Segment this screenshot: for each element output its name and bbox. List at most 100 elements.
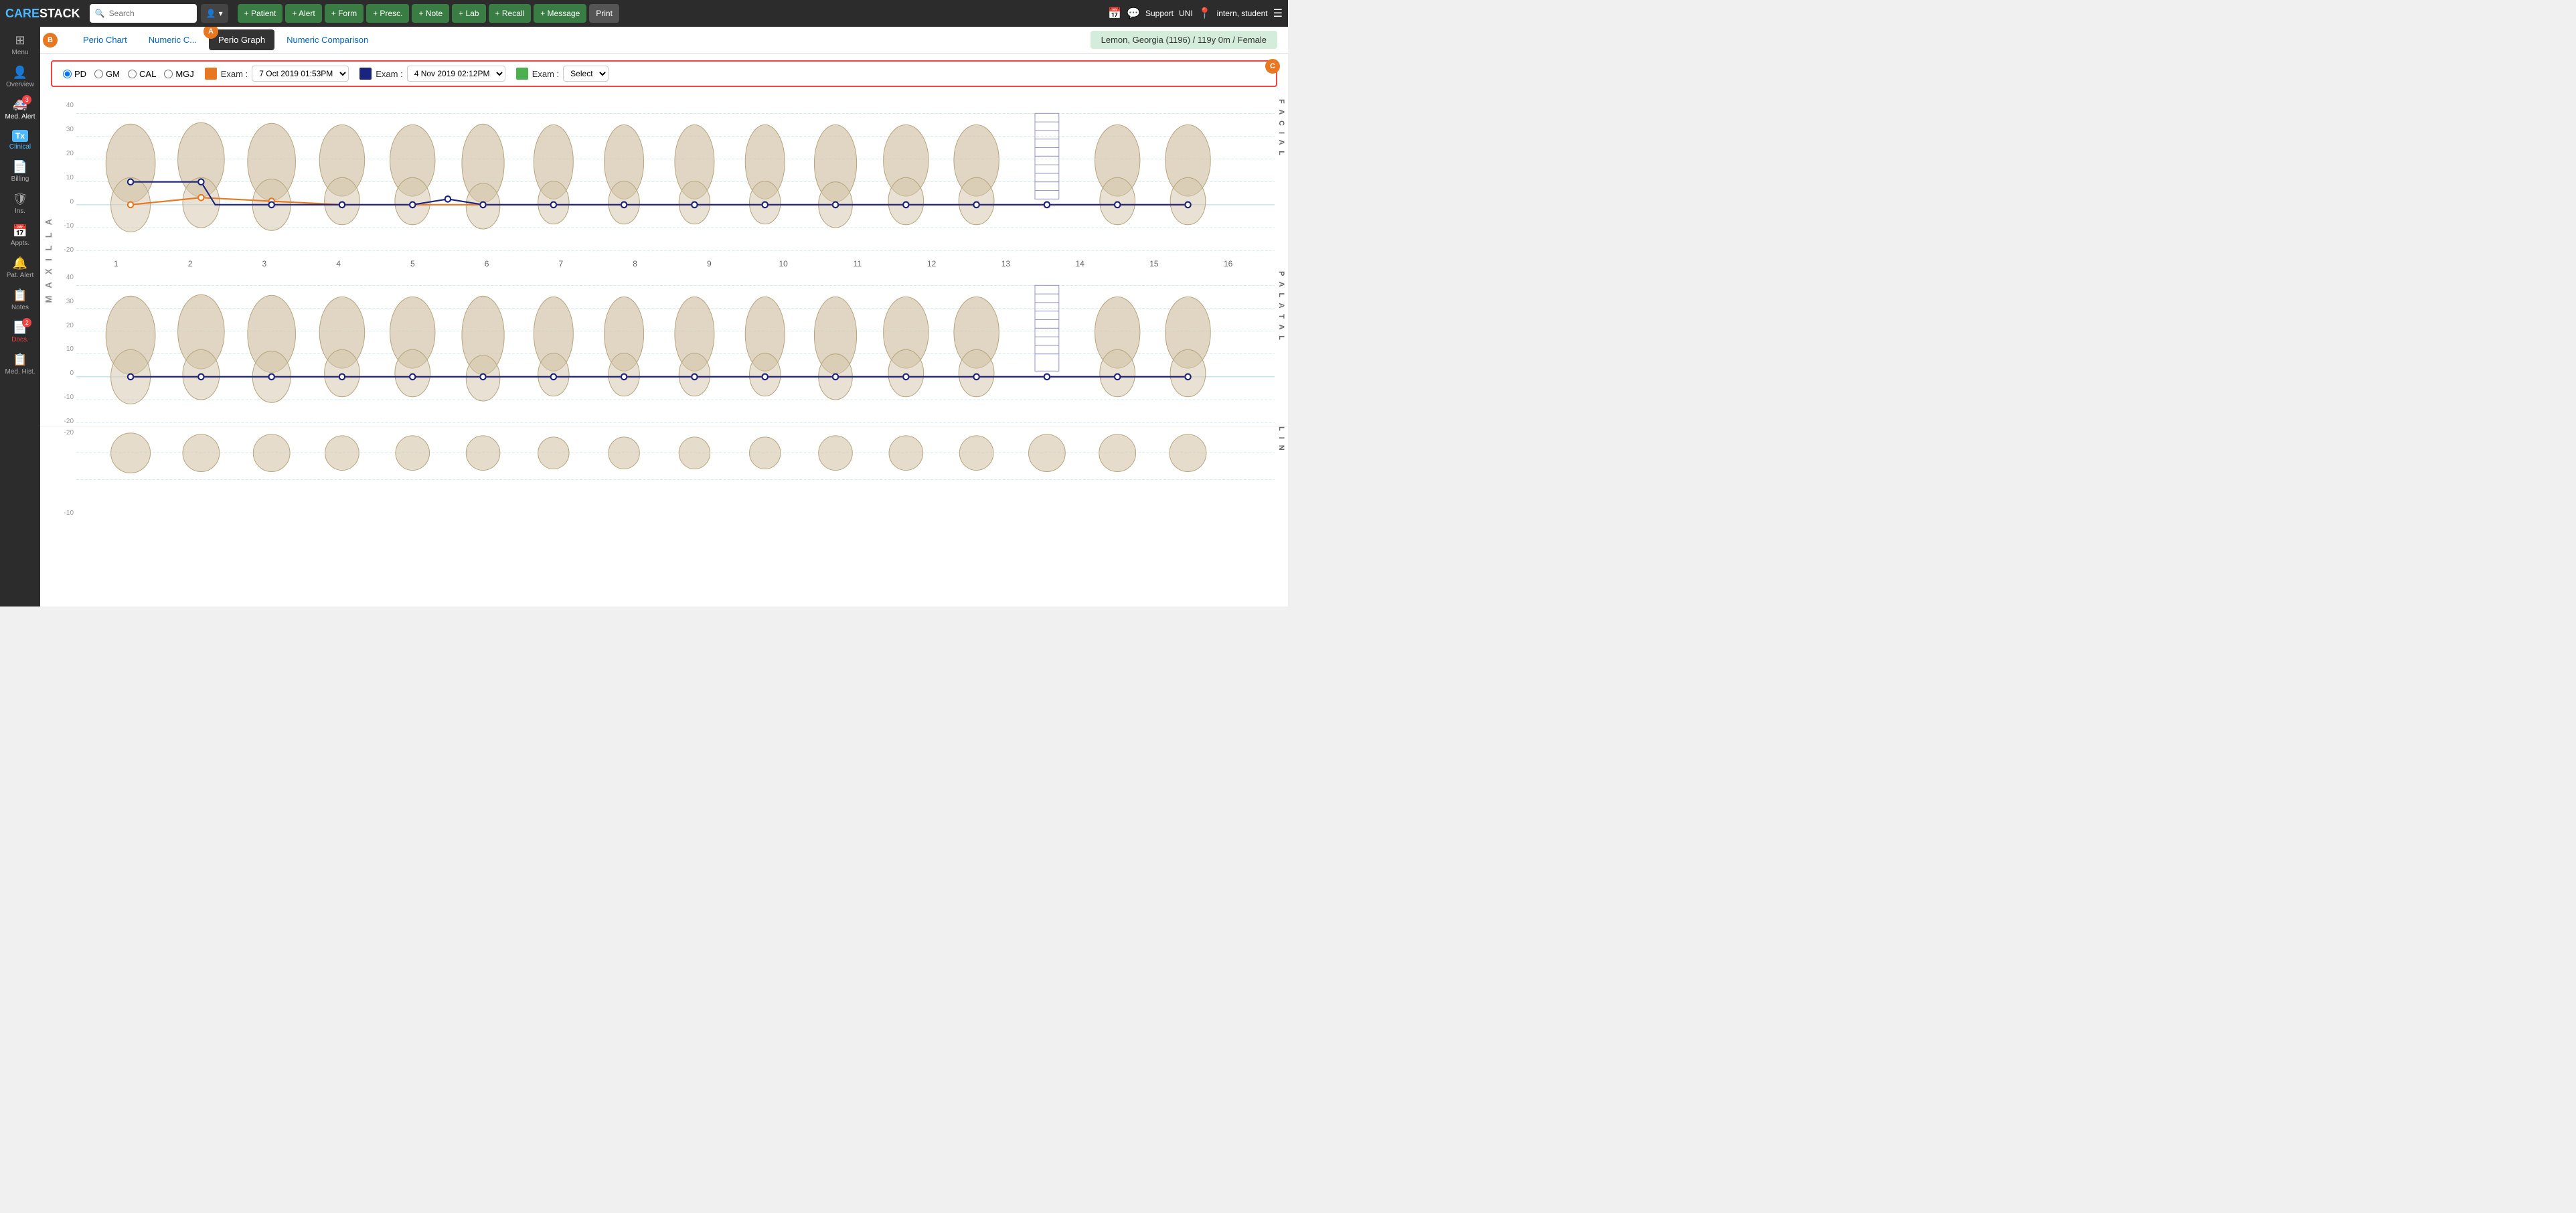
sidebar-label-med-alert: Med. Alert bbox=[5, 113, 35, 120]
sidebar-item-clinical[interactable]: Tx Clinical bbox=[0, 126, 40, 155]
add-presc-button[interactable]: + Presc. bbox=[366, 4, 409, 23]
tooth-3-facial bbox=[248, 123, 296, 230]
radio-gm[interactable]: GM bbox=[94, 69, 120, 79]
tab-perio-chart[interactable]: Perio Chart bbox=[74, 29, 137, 50]
tooth-numbers: 1 2 3 4 5 6 7 8 9 10 11 12 13 bbox=[79, 259, 1265, 268]
sidebar-item-docs[interactable]: 📄 2 Docs. bbox=[0, 317, 40, 347]
sidebar-item-menu[interactable]: ⊞ Menu bbox=[0, 29, 40, 60]
add-alert-button[interactable]: + Alert bbox=[285, 4, 321, 23]
user-selector-button[interactable]: 👤 ▾ bbox=[201, 4, 228, 23]
sidebar-item-appts[interactable]: 📅 Appts. bbox=[0, 220, 40, 251]
calendar-icon-button[interactable]: 📅 bbox=[1108, 7, 1121, 20]
add-lab-button[interactable]: + Lab bbox=[452, 4, 485, 23]
sidebar-item-notes[interactable]: 📋 Notes bbox=[0, 285, 40, 315]
tooth-2-facial bbox=[178, 123, 224, 228]
tooth-num-11: 11 bbox=[824, 259, 891, 268]
add-patient-button[interactable]: + Patient bbox=[238, 4, 283, 23]
controls-bar: PD GM CAL MGJ Exam : 7 bbox=[51, 60, 1277, 87]
sidebar-item-ins[interactable]: 🛡 Ins. bbox=[0, 188, 40, 219]
sidebar-label-clinical: Clinical bbox=[9, 143, 31, 151]
facial-label: F A C I A L bbox=[1275, 99, 1288, 256]
sidebar-item-billing[interactable]: 📄 Billing bbox=[0, 156, 40, 187]
lower-charts: -20 -10 bbox=[56, 426, 1288, 519]
palatal-y-axis: 40 30 20 10 0 -10 -20 bbox=[56, 271, 76, 428]
exam3-select[interactable]: Select bbox=[563, 66, 609, 82]
tooth-14-palatal bbox=[1035, 285, 1059, 371]
lingual-y-axis: -20 -10 bbox=[56, 426, 76, 519]
y-label-neg10: -10 bbox=[59, 222, 74, 230]
tooth-6-palatal bbox=[462, 296, 504, 401]
y-label-l-neg10: -10 bbox=[59, 509, 74, 517]
tooth-15-palatal bbox=[1095, 297, 1140, 396]
exam1-select[interactable]: 7 Oct 2019 01:53PM bbox=[252, 66, 349, 82]
clinical-icon: Tx bbox=[12, 130, 28, 142]
ins-icon: 🛡 bbox=[13, 192, 28, 206]
lingual-svg bbox=[76, 426, 1275, 519]
palatal-chart bbox=[76, 271, 1275, 428]
tab-numeric-comparison[interactable]: Numeric Comparison bbox=[277, 29, 378, 50]
tooth-13-palatal bbox=[954, 297, 999, 396]
add-message-button[interactable]: + Message bbox=[534, 4, 586, 23]
appts-icon: 📅 bbox=[13, 224, 27, 238]
tooth-12-palatal bbox=[884, 297, 929, 396]
tooth-num-14: 14 bbox=[1046, 259, 1113, 268]
y-label-p30: 30 bbox=[59, 298, 74, 305]
y-label-pneg20: -20 bbox=[59, 418, 74, 425]
tooth-2-palatal bbox=[178, 295, 224, 400]
sidebar-item-med-alert[interactable]: 🚑 3 Med. Alert bbox=[0, 94, 40, 125]
tooth-11-facial bbox=[814, 125, 856, 228]
lingual-label: L I N bbox=[1275, 426, 1288, 519]
add-note-button[interactable]: + Note bbox=[412, 4, 449, 23]
tooth-1-facial bbox=[106, 124, 155, 232]
palatal-section: 40 30 20 10 0 -10 -20 bbox=[56, 271, 1288, 428]
print-button[interactable]: Print bbox=[589, 4, 619, 23]
tooth-4-facial bbox=[319, 125, 364, 224]
tooth-16-palatal bbox=[1165, 297, 1210, 396]
lower-tooth-15 bbox=[1099, 434, 1136, 472]
tooth-num-1: 1 bbox=[82, 259, 149, 268]
graph-area: M A X I L L A 40 30 20 10 0 -10 bbox=[40, 94, 1288, 606]
search-box[interactable]: 🔍 bbox=[90, 4, 197, 23]
tooth-5-palatal bbox=[390, 297, 435, 396]
y-label-20: 20 bbox=[59, 150, 74, 157]
sidebar-item-pat-alert[interactable]: 🔔 Pat. Alert bbox=[0, 252, 40, 283]
lower-tooth-10 bbox=[750, 437, 781, 469]
lower-tooth-8 bbox=[609, 437, 639, 469]
support-button[interactable]: Support bbox=[1145, 9, 1174, 18]
exam1-label: Exam : bbox=[221, 69, 248, 79]
uni-label: UNI bbox=[1179, 9, 1193, 18]
chat-icon-button[interactable]: 💬 bbox=[1127, 7, 1140, 20]
sidebar-label-overview: Overview bbox=[6, 81, 34, 88]
radio-cal[interactable]: CAL bbox=[128, 69, 156, 79]
docs-badge-wrapper: 📄 2 bbox=[13, 321, 27, 335]
exam3-color bbox=[516, 68, 528, 80]
y-label-0: 0 bbox=[59, 198, 74, 206]
main-layout: ⊞ Menu 👤 Overview 🚑 3 Med. Alert Tx Clin… bbox=[0, 27, 1288, 606]
hamburger-menu-button[interactable]: ☰ bbox=[1273, 7, 1283, 20]
palatal-label: P A L A T A L bbox=[1275, 271, 1288, 428]
top-navigation: CARE STACK 🔍 👤 ▾ + Patient + Alert + For… bbox=[0, 0, 1288, 27]
search-input[interactable] bbox=[109, 9, 191, 18]
upper-charts: 40 30 20 10 0 -10 -20 bbox=[56, 99, 1288, 420]
overview-icon: 👤 bbox=[13, 66, 27, 80]
upper-arch-section: M A X I L L A 40 30 20 10 0 -10 bbox=[40, 99, 1288, 420]
sidebar-label-docs: Docs. bbox=[11, 336, 29, 343]
tab-perio-graph[interactable]: Perio Graph bbox=[209, 29, 274, 50]
sidebar-label-med-hist: Med. Hist. bbox=[5, 368, 35, 376]
sidebar-item-med-hist[interactable]: 📋 Med. Hist. bbox=[0, 349, 40, 380]
add-recall-button[interactable]: + Recall bbox=[489, 4, 532, 23]
radio-mgj[interactable]: MGJ bbox=[164, 69, 193, 79]
controls-wrapper: C PD GM CAL MGJ bbox=[40, 54, 1288, 94]
sidebar-item-overview[interactable]: 👤 Overview bbox=[0, 62, 40, 92]
tooth-num-7: 7 bbox=[528, 259, 594, 268]
exam2-select[interactable]: 4 Nov 2019 02:12PM bbox=[407, 66, 505, 82]
tooth-num-2: 2 bbox=[157, 259, 224, 268]
sidebar-label-pat-alert: Pat. Alert bbox=[7, 272, 34, 279]
nav-right: 📅 💬 Support UNI 📍 intern, student ☰ bbox=[1108, 7, 1283, 20]
location-icon-button[interactable]: 📍 bbox=[1198, 7, 1212, 20]
add-form-button[interactable]: + Form bbox=[325, 4, 364, 23]
tab-numeric-c[interactable]: Numeric C... bbox=[139, 29, 206, 50]
palatal-svg bbox=[76, 271, 1275, 428]
lower-tooth-4 bbox=[325, 436, 359, 471]
radio-pd[interactable]: PD bbox=[63, 69, 86, 79]
